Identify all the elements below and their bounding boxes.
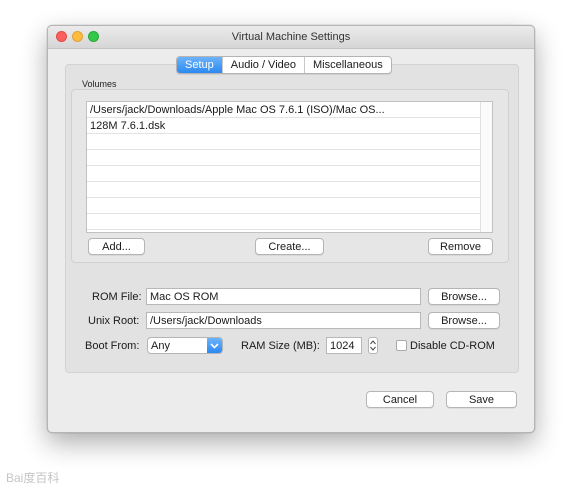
boot-from-select[interactable]: Any <box>147 337 223 354</box>
add-volume-button[interactable]: Add... <box>88 238 145 255</box>
volumes-list[interactable]: /Users/jack/Downloads/Apple Mac OS 7.6.1… <box>86 101 493 233</box>
tab-miscellaneous[interactable]: Miscellaneous <box>304 57 391 73</box>
list-item[interactable]: /Users/jack/Downloads/Apple Mac OS 7.6.1… <box>87 102 480 118</box>
ram-size-label: RAM Size (MB): <box>241 340 320 352</box>
list-item-empty <box>87 134 480 150</box>
list-item-empty <box>87 166 480 182</box>
list-item[interactable]: 128M 7.6.1.dsk <box>87 118 480 134</box>
cancel-button[interactable]: Cancel <box>366 391 434 408</box>
list-item-empty <box>87 214 480 230</box>
unix-root-field[interactable]: /Users/jack/Downloads <box>146 312 421 329</box>
tab-audio-video[interactable]: Audio / Video <box>221 57 304 73</box>
rom-file-field[interactable]: Mac OS ROM <box>146 288 421 305</box>
save-button[interactable]: Save <box>446 391 517 408</box>
unix-root-label: Unix Root: <box>88 315 140 327</box>
list-item-empty <box>87 182 480 198</box>
rom-file-label: ROM File: <box>92 291 142 303</box>
chevron-down-icon <box>207 338 222 353</box>
disable-cdrom-label[interactable]: Disable CD-ROM <box>410 340 495 352</box>
title-bar[interactable]: Virtual Machine Settings <box>48 26 534 49</box>
list-item-empty <box>87 198 480 214</box>
volumes-scrollbar[interactable] <box>480 102 492 232</box>
remove-volume-button[interactable]: Remove <box>428 238 493 255</box>
unix-root-browse-button[interactable]: Browse... <box>428 312 500 329</box>
ram-size-stepper[interactable] <box>368 337 378 354</box>
tab-setup[interactable]: Setup <box>177 57 222 73</box>
create-volume-button[interactable]: Create... <box>255 238 324 255</box>
boot-from-value: Any <box>151 340 170 352</box>
window-title: Virtual Machine Settings <box>231 31 351 43</box>
disable-cdrom-checkbox[interactable] <box>396 340 407 351</box>
rom-browse-button[interactable]: Browse... <box>428 288 500 305</box>
settings-window: Virtual Machine Settings Setup Audio / V… <box>47 25 535 433</box>
ram-size-field[interactable]: 1024 <box>326 337 362 354</box>
watermark-logo: Bai度百科 <box>6 471 60 485</box>
up-down-icon <box>370 340 376 351</box>
boot-from-label: Boot From: <box>85 340 140 352</box>
tab-bar: Setup Audio / Video Miscellaneous <box>176 56 392 74</box>
list-item-empty <box>87 150 480 166</box>
volumes-label: Volumes <box>82 79 117 89</box>
